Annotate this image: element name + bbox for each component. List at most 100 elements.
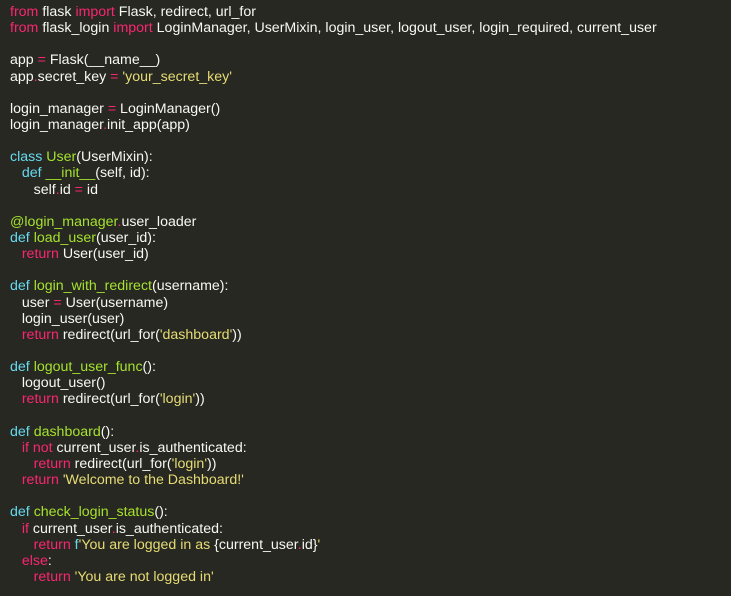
code-line[interactable] [10,133,731,149]
code-token-plain: redirect(url_for( [70,455,172,472]
code-token-keyword: = [53,294,62,311]
code-token-plain: (): [100,423,115,440]
code-token-plain: )) [232,326,242,343]
code-token-plain: flask [38,4,76,20]
code-line[interactable]: if current_user.is_authenticated: [10,521,731,537]
code-token-plain: (UserMixin): [76,149,153,166]
code-line[interactable]: return redirect(url_for('login')) [10,456,731,472]
code-line[interactable]: @login_manager.user_loader [10,214,731,230]
code-line[interactable]: def __init__(self, id): [10,165,731,181]
code-token-plain: user_loader [121,213,197,230]
code-token-function: login_with_redirect [33,278,152,295]
code-token-plain: id} [301,536,318,553]
code-line[interactable]: def login_with_redirect(username): [10,278,731,294]
code-token-storage: def [10,229,30,246]
code-line[interactable]: if not current_user.is_authenticated: [10,440,731,456]
code-line[interactable]: app = Flask(__name__) [10,52,731,68]
code-token-plain: self [10,181,56,198]
code-token-plain: flask_login [38,20,114,37]
code-token-plain: User(user_id) [58,246,149,263]
code-token-plain: )) [195,391,205,408]
code-line[interactable] [10,408,731,424]
code-line[interactable] [10,198,731,214]
code-line[interactable]: return redirect(url_for('login')) [10,391,731,407]
code-token-plain: user [10,294,54,311]
code-token-string: 'dashboard' [159,326,233,343]
code-line[interactable]: return redirect(url_for('dashboard')) [10,327,731,343]
code-line[interactable]: def load_user(user_id): [10,230,731,246]
code-line[interactable]: return f'You are logged in as {current_u… [10,537,731,553]
code-token-plain: is_authenticated: [139,439,247,456]
code-line[interactable] [10,36,731,52]
code-token-plain: redirect(url_for( [58,391,160,408]
code-token-string: ' [317,536,321,553]
code-token-function: @login_manager [10,213,118,230]
code-token-keyword: return [21,391,59,408]
code-token-plain: current_user [28,520,112,537]
code-token-plain: (username): [151,278,229,295]
code-line[interactable] [10,85,731,101]
code-token-string: 'You are not logged in' [74,568,214,585]
code-token-keyword: return [33,455,71,472]
code-token-plain: current_user [52,439,136,456]
code-line[interactable]: logout_user() [10,375,731,391]
code-token-string: 'Welcome to the Dashboard!' [62,472,244,489]
code-line[interactable] [10,488,731,504]
code-token-plain: LoginManager, UserMixin, login_user, log… [152,20,657,37]
code-line[interactable]: return User(user_id) [10,246,731,262]
code-line[interactable]: user = User(username) [10,295,731,311]
code-token-keyword: else [21,552,48,569]
code-line[interactable]: return 'Welcome to the Dashboard!' [10,472,731,488]
code-token-keyword: = [74,181,83,198]
code-token-keyword: not [32,439,53,456]
code-block[interactable]: from flask import Flask, redirect, url_f… [10,4,731,585]
code-token-keyword: return [21,326,59,343]
code-line[interactable]: self.id = id [10,182,731,198]
code-line[interactable]: def check_login_status(): [10,504,731,520]
code-line[interactable]: from flask import Flask, redirect, url_f… [10,4,731,20]
code-line[interactable] [10,262,731,278]
code-line[interactable] [10,343,731,359]
code-line[interactable]: def dashboard(): [10,424,731,440]
code-token-keyword: from [10,20,39,37]
code-token-plain: id [82,181,98,198]
code-editor[interactable]: from flask import Flask, redirect, url_f… [0,0,731,596]
code-line[interactable]: else: [10,553,731,569]
code-token-plain: logout_user() [10,375,106,392]
code-token-function: dashboard [33,423,101,440]
code-token-keyword: return [21,246,59,263]
code-token-plain: id [59,181,75,198]
code-line[interactable]: app.secret_key = 'your_secret_key' [10,69,731,85]
code-token-plain: Flask(__name__) [45,52,161,69]
code-token-plain: {current_user [214,536,298,553]
code-token-string: 'You are logged in as [78,536,215,553]
code-line[interactable]: login_manager = LoginManager() [10,101,731,117]
code-token-function: load_user [33,229,97,246]
code-line[interactable]: login_user(user) [10,311,731,327]
code-line[interactable]: def logout_user_func(): [10,359,731,375]
code-token-plain: : [47,552,52,569]
code-token-plain: User(username) [61,294,169,311]
code-token-keyword: return [33,568,71,585]
code-line[interactable]: return 'You are not logged in' [10,569,731,585]
code-token-plain: redirect(url_for( [58,326,160,343]
code-token-storage: def [10,423,30,440]
code-token-plain: login_manager [10,100,108,117]
code-token-storage: def [21,165,42,182]
code-line[interactable]: class User(UserMixin): [10,149,731,165]
code-line[interactable]: from flask_login import LoginManager, Us… [10,20,731,36]
code-token-keyword: return [33,536,71,553]
code-token-string: 'login' [171,455,208,472]
code-token-storage: class [10,149,43,166]
code-token-storage: def [10,504,30,521]
code-line[interactable]: login_manager.init_app(app) [10,117,731,133]
